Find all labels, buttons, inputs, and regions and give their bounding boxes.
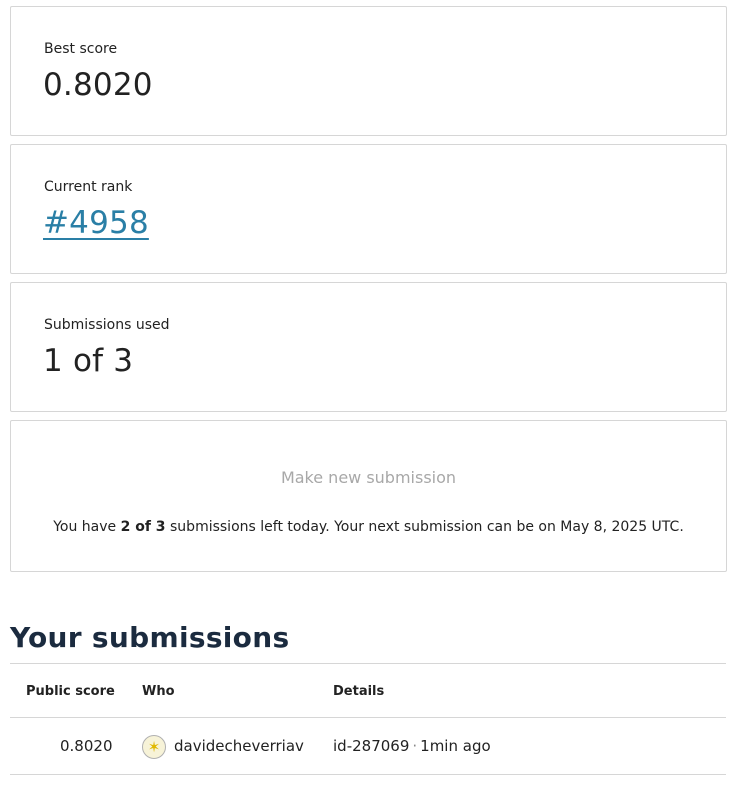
current-rank-link[interactable]: #4958: [43, 205, 149, 241]
row-divider: [10, 774, 726, 775]
next-submission-date: May 8, 2025 UTC: [560, 519, 680, 535]
remaining-suffix: .: [679, 519, 684, 535]
best-score-card: Best score 0.8020: [10, 6, 727, 136]
details-separator: ·: [412, 737, 418, 755]
column-header-who: Who: [142, 684, 175, 699]
submission-time: 1min ago: [420, 737, 491, 755]
sparkle-icon: ✶: [147, 738, 161, 756]
public-score-cell: 0.8020: [60, 737, 113, 755]
submissions-used-label: Submissions used: [44, 317, 170, 333]
best-score-label: Best score: [44, 41, 118, 57]
remaining-middle: submissions left today. Your next submis…: [165, 519, 561, 535]
column-header-public-score[interactable]: Public score: [26, 684, 115, 699]
header-divider-top: [10, 663, 726, 664]
submissions-used-card: Submissions used 1 of 3: [10, 282, 727, 412]
header-divider-bottom: [10, 717, 726, 718]
current-rank-label: Current rank: [44, 179, 133, 195]
submissions-remaining-text: You have 2 of 3 submissions left today. …: [11, 519, 726, 535]
make-new-submission-button[interactable]: Make new submission: [11, 468, 726, 487]
submission-id: id-287069: [333, 737, 410, 755]
your-submissions-title: Your submissions: [10, 621, 290, 654]
current-rank-card: Current rank #4958: [10, 144, 727, 274]
submission-details: id-287069 · 1min ago: [333, 737, 491, 755]
remaining-prefix: You have: [53, 519, 121, 535]
remaining-count: 2 of 3: [120, 519, 166, 535]
submissions-used-value: 1 of 3: [43, 343, 134, 379]
submit-panel: Make new submission You have 2 of 3 subm…: [10, 420, 727, 572]
best-score-value: 0.8020: [43, 67, 153, 103]
column-header-details: Details: [333, 684, 385, 699]
submitter-username-link[interactable]: davidecheverriav: [174, 737, 304, 755]
avatar[interactable]: ✶: [142, 735, 166, 759]
